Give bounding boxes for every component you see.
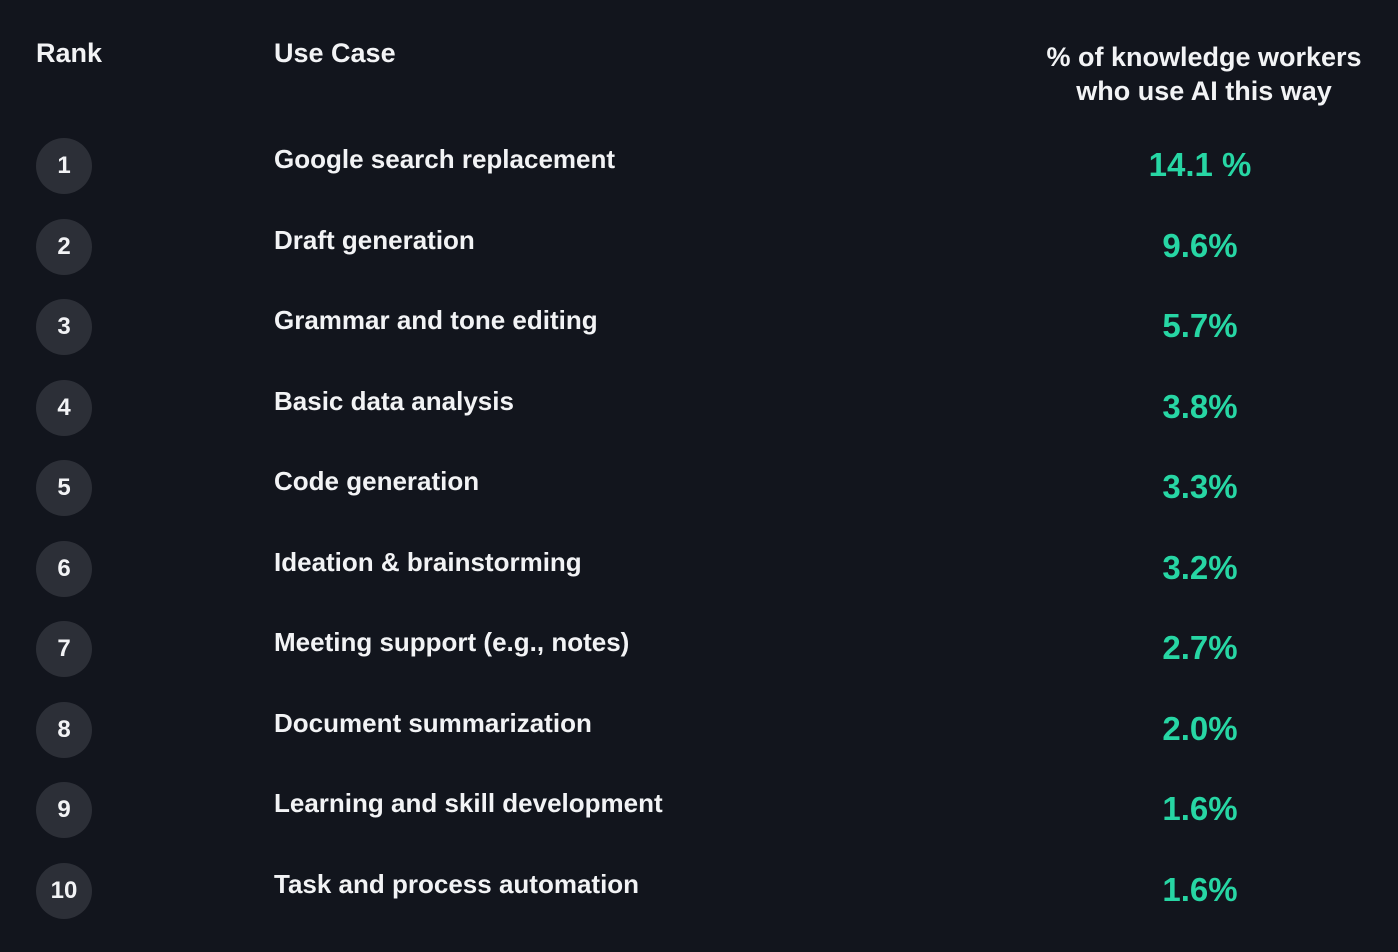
table-row: 8 Document summarization 2.0% <box>0 701 1398 783</box>
table-row: 4 Basic data analysis 3.8% <box>0 379 1398 461</box>
table-row: 7 Meeting support (e.g., notes) 2.7% <box>0 621 1398 702</box>
use-case-column-header: Use Case <box>274 38 396 68</box>
table-header: Rank Use Case % of knowledge workers who… <box>0 0 1398 120</box>
rank-badge: 2 <box>36 218 92 275</box>
table-row: 2 Draft generation 9.6% <box>0 218 1398 300</box>
use-case-label: Learning and skill development <box>274 788 663 818</box>
rank-badge: 10 <box>36 862 92 919</box>
percentage-value: 3.8% <box>1162 387 1238 425</box>
percentage-value: 2.7% <box>1162 629 1238 666</box>
use-case-label: Basic data analysis <box>274 385 514 416</box>
rank-column-header: Rank <box>36 38 103 68</box>
rank-badge: 3 <box>36 299 92 355</box>
percentage-value: 3.3% <box>1162 468 1238 505</box>
rank-badge: 1 <box>36 138 92 194</box>
table-row: 5 Code generation 3.3% <box>0 460 1398 541</box>
percentage-value: 14.1 % <box>1148 146 1252 183</box>
rank-badge: 5 <box>36 460 92 516</box>
rank-badge: 4 <box>36 379 92 436</box>
rank-badge: 9 <box>36 782 92 838</box>
table-row: 3 Grammar and tone editing 5.7% <box>0 299 1398 380</box>
rank-badge: 7 <box>36 621 92 677</box>
rank-badge: 8 <box>36 701 92 758</box>
table-row: 1 Google search replacement 14.1 % <box>0 138 1398 219</box>
use-case-label: Grammar and tone editing <box>274 305 598 335</box>
use-case-label: Meeting support (e.g., notes) <box>274 627 630 657</box>
percentage-value: 5.7% <box>1162 307 1238 344</box>
table-row: 6 Ideation & brainstorming 3.2% <box>0 540 1398 622</box>
percentage-value: 3.2% <box>1162 548 1238 586</box>
percentage-value: 9.6% <box>1162 226 1238 264</box>
use-case-label: Ideation & brainstorming <box>274 546 582 577</box>
percentage-header-line2: who use AI this way <box>1076 76 1332 106</box>
percentage-header-line1: % of knowledge workers <box>1046 42 1362 72</box>
use-case-label: Google search replacement <box>274 144 616 174</box>
ranking-table: 1 Google search replacement 14.1 % 2 Dra… <box>0 138 1398 943</box>
rank-badge: 6 <box>36 540 92 597</box>
use-case-label: Draft generation <box>274 224 475 255</box>
percentage-value: 1.6% <box>1162 870 1238 908</box>
use-case-label: Document summarization <box>274 707 592 738</box>
table-row: 10 Task and process automation 1.6% <box>0 862 1398 944</box>
percentage-column-header: % of knowledge workers who use AI this w… <box>1010 40 1398 108</box>
table-row: 9 Learning and skill development 1.6% <box>0 782 1398 863</box>
use-case-label: Task and process automation <box>274 868 640 899</box>
use-case-label: Code generation <box>274 466 480 496</box>
percentage-value: 1.6% <box>1162 790 1238 827</box>
percentage-value: 2.0% <box>1162 709 1238 747</box>
